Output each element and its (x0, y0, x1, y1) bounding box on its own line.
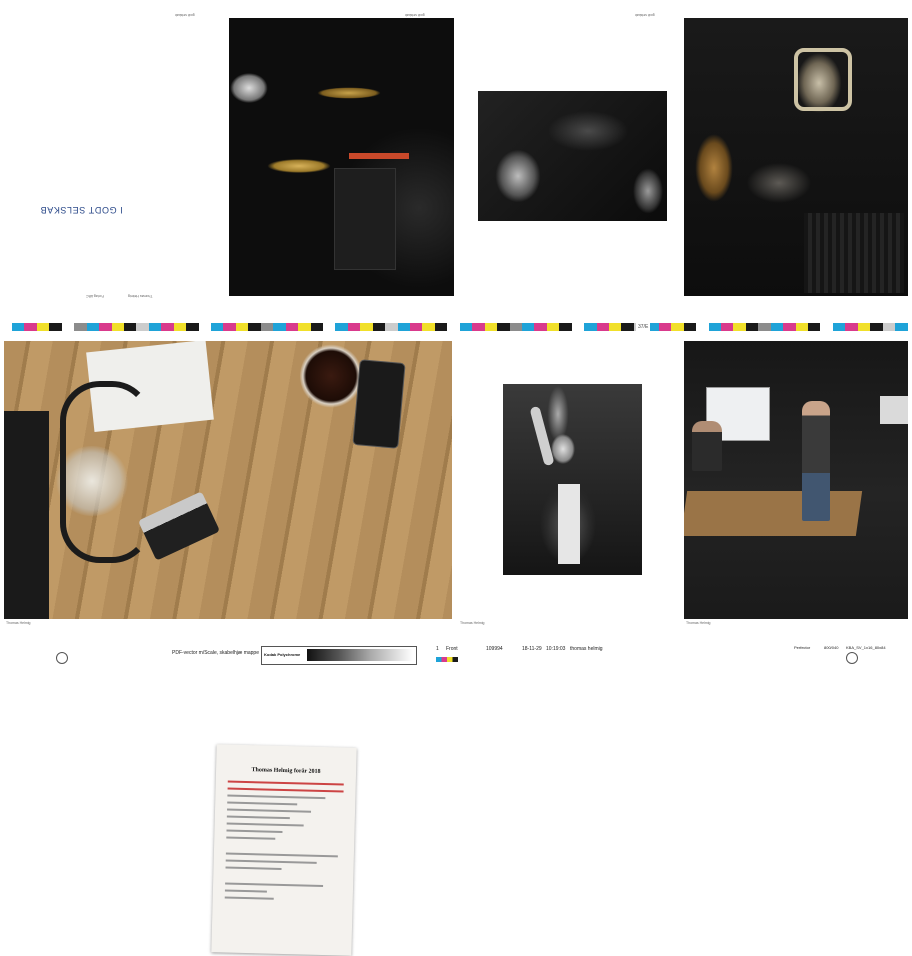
musicians-bw-photo (478, 91, 667, 221)
top-spread: godt selskab godt selskab godt selskab I… (0, 0, 912, 310)
job-name: thomas helmig (570, 646, 603, 652)
bottom-crop-note-3: Thomas Helmig (686, 621, 711, 625)
bottom-crop-note-2: Thomas Helmig (460, 621, 485, 625)
setlist-line (224, 896, 274, 900)
stage-light-strip (349, 153, 409, 159)
job-number: 109994 (486, 646, 503, 652)
date: 18-11-29 (522, 646, 542, 652)
setlist-line (226, 815, 290, 820)
chair-frame (794, 48, 852, 111)
center-mark: 37/E (636, 323, 651, 331)
drums-cymbal-photo (229, 18, 454, 296)
bottom-spread: Thomas Helmig forår 2018 Thomas Helmig T… (0, 336, 912, 956)
rehearsal-room-photo (684, 341, 908, 619)
wine-glass (300, 343, 362, 409)
setlist-line (226, 822, 304, 827)
setlist-line (227, 808, 312, 813)
time: 10:19:03 (546, 646, 566, 652)
setlist-line (225, 866, 282, 870)
setlist-line (224, 889, 267, 893)
setlist-line (227, 780, 344, 786)
registration-mark-right (846, 652, 858, 664)
setlist-line (226, 836, 276, 840)
format-label: KBA_SV_1x16_80x84 (846, 645, 886, 650)
camera-strap (60, 381, 152, 563)
raised-arm (529, 405, 555, 467)
stage-curtain (804, 213, 904, 293)
kodak-control-strip: Kodak Polychrome (261, 646, 417, 665)
setlist-title: Thomas Helmig forår 2018 (251, 767, 321, 775)
setlist-line (227, 787, 344, 793)
setlist-line (227, 794, 326, 800)
side-label: Front (446, 646, 458, 652)
rehearsal-table (684, 491, 863, 536)
singer-shirt (558, 484, 580, 564)
dark-cloth (4, 411, 49, 619)
folio-left: Forlag ABC (86, 294, 104, 298)
kodak-brand: Kodak Polychrome (264, 652, 301, 657)
registration-mark-left (56, 652, 68, 664)
top-crop-note-1: godt selskab (175, 13, 195, 17)
top-crop-note-2: godt selskab (405, 13, 425, 17)
page-number: 1 (436, 646, 439, 652)
setlist-line (226, 829, 283, 833)
singer-bw-photo (503, 384, 642, 575)
color-registration-bar (12, 323, 908, 331)
setlist-line (225, 859, 317, 864)
pdf-note: PDF-vector m/Scale, skabelhjæ mappe (172, 650, 259, 656)
seated-person (692, 421, 722, 471)
side-screen (880, 396, 908, 424)
code-label: 800/040 (824, 645, 839, 650)
standing-person (802, 401, 830, 521)
amp-stack (334, 168, 396, 270)
smartphone (352, 359, 406, 449)
setlist-line (225, 852, 338, 858)
setlist-line (225, 882, 324, 888)
plate-color-chips (436, 657, 458, 662)
studio-overhead-photo (684, 18, 908, 296)
top-crop-note-3: godt selskab (635, 13, 655, 17)
gray-wedge (307, 649, 413, 661)
table-setlist-photo (4, 341, 452, 619)
chapter-title: I GODT SELSKAB (40, 205, 123, 215)
setlist-paper: Thomas Helmig forår 2018 (211, 744, 357, 956)
setlist-line (227, 801, 298, 806)
perfector-label: Perfector (794, 645, 811, 650)
bottom-crop-note-1: Thomas Helmig (6, 621, 31, 625)
folio-mid: Thomas Helmig (128, 294, 153, 298)
